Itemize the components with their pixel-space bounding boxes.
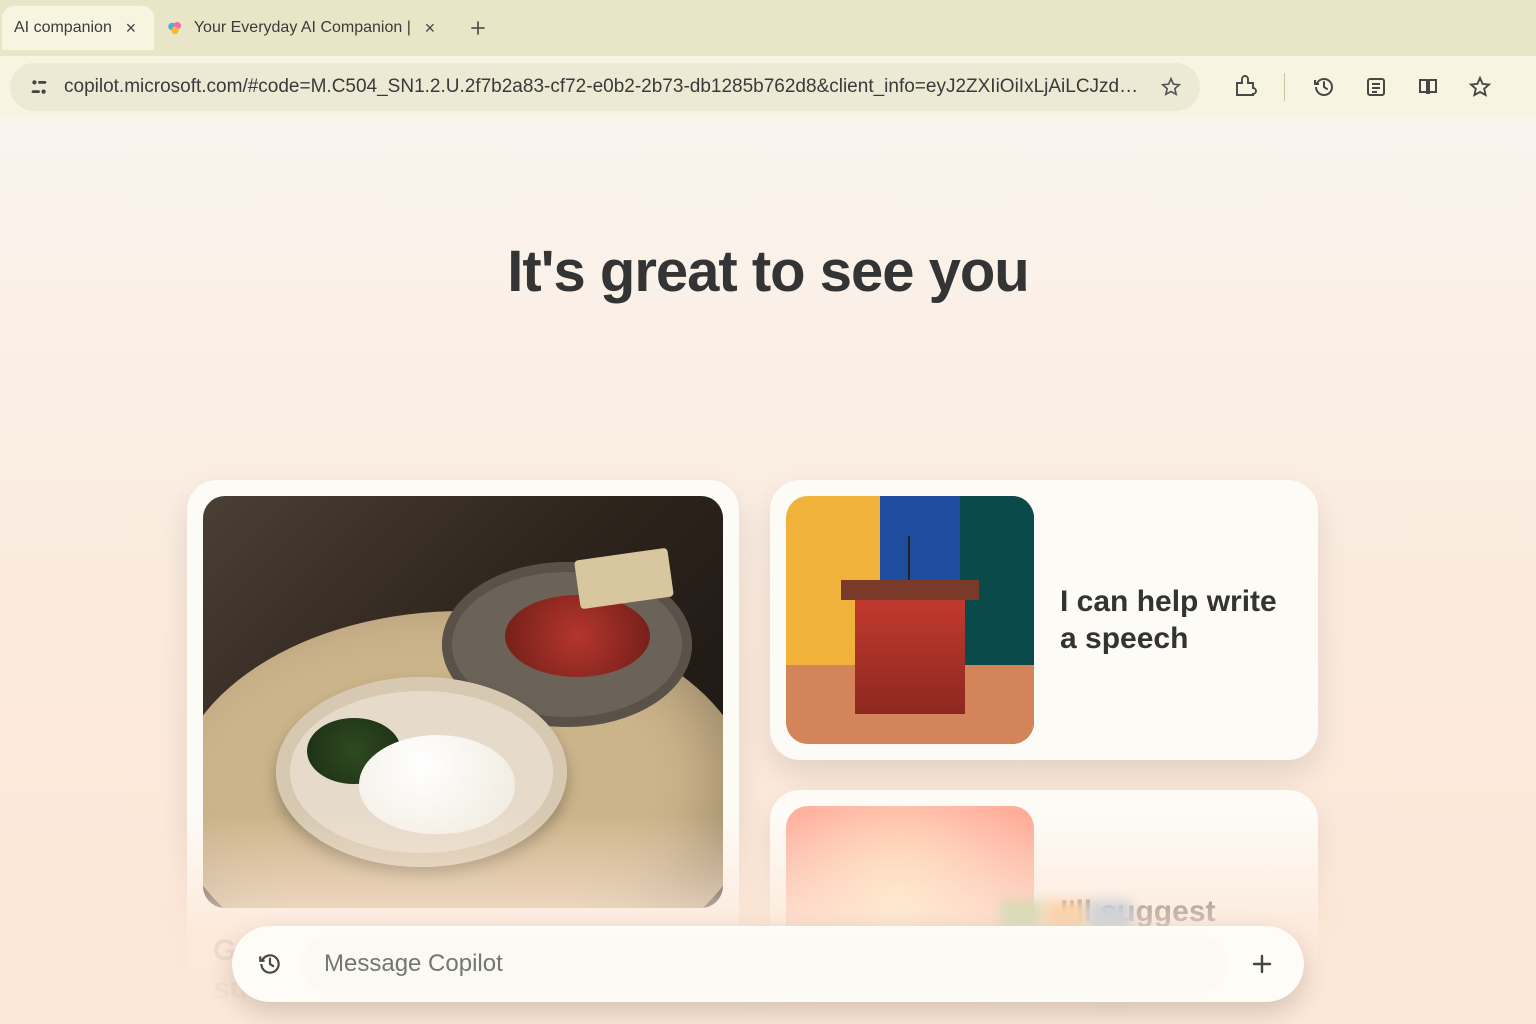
tab-everyday-ai[interactable]: Your Everyday AI Companion | × (154, 6, 453, 50)
chat-input-wrap (300, 935, 1228, 993)
site-settings-icon[interactable] (28, 76, 50, 98)
chat-input-bar (232, 926, 1304, 1002)
chat-add-button[interactable] (1242, 944, 1282, 984)
toolbar-actions (1232, 73, 1493, 101)
browser-toolbar: copilot.microsoft.com/#code=M.C504_SN1.2… (0, 56, 1536, 118)
tab-title: Your Everyday AI Companion | (194, 19, 411, 37)
plus-icon (1250, 952, 1274, 976)
favorite-star-icon[interactable] (1467, 74, 1493, 100)
close-icon[interactable]: × (122, 18, 140, 39)
bookmark-star-icon[interactable] (1160, 76, 1182, 98)
suggestion-card-speech[interactable]: I can help write a speech (770, 480, 1318, 760)
reader-icon[interactable] (1363, 74, 1389, 100)
extensions-icon[interactable] (1232, 74, 1258, 100)
chat-input[interactable] (324, 950, 1204, 978)
plus-icon (469, 19, 487, 37)
toolbar-divider (1284, 73, 1285, 101)
copilot-page: It's great to see you Going vegan? Ask m… (0, 118, 1536, 1024)
page-greeting: It's great to see you (0, 118, 1536, 305)
tab-title: AI companion (14, 19, 112, 37)
card-image (203, 496, 723, 908)
reading-list-icon[interactable] (1415, 74, 1441, 100)
address-bar[interactable]: copilot.microsoft.com/#code=M.C504_SN1.2… (10, 63, 1200, 111)
history-icon[interactable] (1311, 74, 1337, 100)
tab-ai-companion[interactable]: AI companion × (2, 6, 154, 50)
chat-history-button[interactable] (254, 948, 286, 980)
browser-tabstrip: AI companion × Your Everyday AI Companio… (0, 0, 1536, 56)
new-tab-button[interactable] (461, 11, 495, 45)
card-image (786, 496, 1034, 744)
history-icon (257, 951, 283, 977)
url-text: copilot.microsoft.com/#code=M.C504_SN1.2… (64, 76, 1146, 98)
copilot-favicon (166, 19, 184, 37)
close-icon[interactable]: × (421, 18, 439, 39)
card-caption: I can help write a speech (1060, 583, 1302, 658)
